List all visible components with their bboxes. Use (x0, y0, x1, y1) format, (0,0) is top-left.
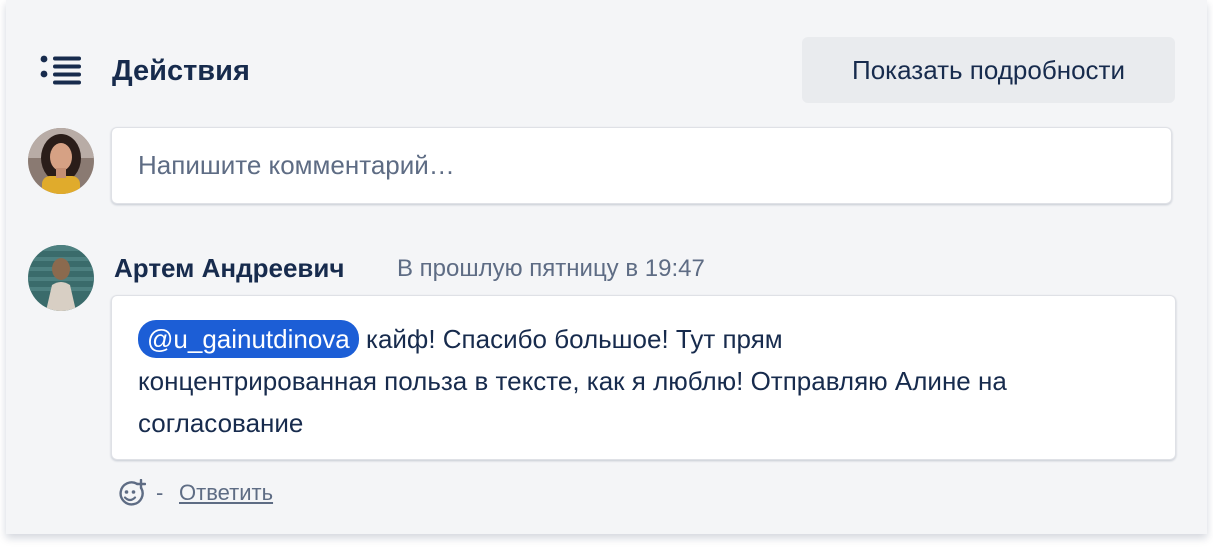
activity-panel: Действия Показать подробности Артем Андр… (6, 0, 1207, 534)
comment-author[interactable]: Артем Андреевич (114, 252, 344, 284)
author-avatar[interactable] (28, 245, 94, 311)
add-reaction-icon[interactable] (116, 479, 146, 509)
current-user-avatar[interactable] (28, 128, 94, 194)
user-mention[interactable]: @u_gainutdinova (138, 320, 359, 358)
show-details-button[interactable]: Показать подробности (802, 37, 1175, 103)
action-separator: - (156, 480, 164, 505)
comment-text-line1: кайф! Спасибо большое! Тут прям (358, 324, 783, 354)
comment-text-line3: согласование (138, 408, 304, 438)
comment-body: @u_gainutdinova кайф! Спасибо большое! Т… (111, 295, 1176, 460)
comment-input[interactable] (111, 127, 1172, 204)
list-icon (40, 55, 81, 85)
comment-text-line2: концентрированная польза в тексте, как я… (138, 366, 1007, 396)
activity-title: Действия (112, 55, 250, 87)
comment-timestamp[interactable]: В прошлую пятницу в 19:47 (397, 254, 705, 284)
reply-link[interactable]: Ответить (179, 480, 273, 506)
